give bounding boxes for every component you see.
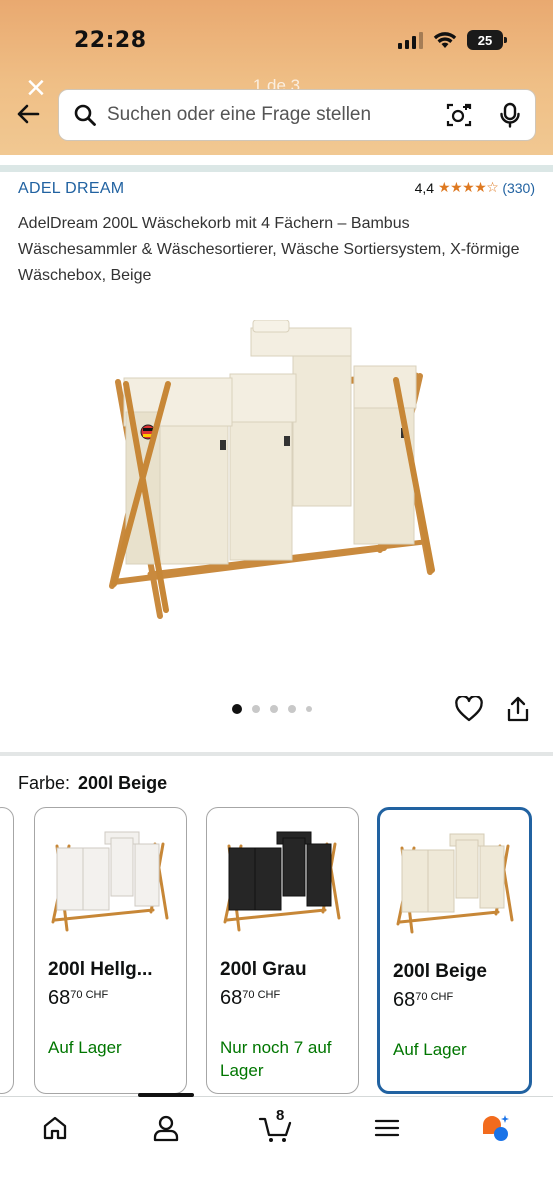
brand-link[interactable]: ADEL DREAM [18, 180, 124, 198]
rating-value: 4,4 [414, 179, 435, 196]
active-tab-indicator [138, 1093, 194, 1097]
variant-stock: Nur noch 7 auf Lager [220, 1038, 332, 1080]
product-title: AdelDream 200L Wäschekorb mit 4 Fächern … [18, 215, 520, 284]
variant-name: 200l Hellg... [48, 959, 153, 980]
heart-icon[interactable] [455, 696, 483, 722]
variant-thumbnail [396, 833, 514, 934]
menu-icon[interactable] [372, 1113, 402, 1143]
selected-color: 200l Beige [78, 773, 168, 793]
carousel-dot[interactable] [288, 705, 296, 713]
status-icons: 25 [398, 30, 507, 50]
color-label: Farbe: [18, 773, 71, 793]
rufus-icon[interactable] [480, 1113, 510, 1143]
cart-icon[interactable]: 8 [258, 1107, 294, 1143]
variant-card-hellgrau[interactable]: 200l Hellg... 6870 CHF Auf Lager [34, 807, 187, 1094]
close-icon[interactable]: × [26, 71, 54, 105]
account-icon[interactable] [151, 1113, 181, 1143]
variant-stock: Auf Lager [48, 1038, 122, 1057]
rating-count[interactable]: (330) [502, 180, 535, 196]
carousel-dot[interactable] [232, 704, 242, 714]
bottom-nav: 8 [0, 1093, 553, 1200]
search-input[interactable]: Suchen oder eine Frage stellen [58, 89, 536, 141]
variant-stock: Auf Lager [393, 1040, 467, 1059]
wifi-icon [433, 32, 457, 48]
home-icon[interactable] [40, 1113, 70, 1143]
header: 22:28 25 1 de 3 × Suchen oder eine Frage… [0, 0, 553, 155]
camera-search-icon[interactable] [445, 101, 473, 129]
variant-thumbnail [223, 831, 341, 932]
search-placeholder: Suchen oder eine Frage stellen [107, 104, 372, 125]
rating[interactable]: 4,4 ★★★★☆ (330) [415, 179, 535, 196]
variant-price: 6870 CHF [393, 989, 454, 1011]
variant-card-grau[interactable]: 200l Grau 6870 CHF Nur noch 7 auf Lager [206, 807, 359, 1094]
section-divider [0, 752, 553, 756]
microphone-icon[interactable] [499, 102, 521, 128]
cart-count: 8 [276, 1107, 285, 1124]
variant-card-beige[interactable]: 200l Beige 6870 CHF Auf Lager [377, 807, 532, 1094]
header-divider [0, 165, 553, 172]
search-icon [74, 104, 96, 126]
variant-card-partial[interactable] [0, 807, 14, 1094]
variant-thumbnail [51, 831, 169, 932]
back-arrow-icon[interactable] [14, 100, 42, 128]
image-carousel-dots[interactable] [232, 704, 312, 714]
carousel-dot[interactable] [306, 706, 312, 712]
star-rating-icon: ★★★★☆ [438, 179, 499, 195]
variant-name: 200l Grau [220, 959, 307, 980]
carousel-dot[interactable] [252, 705, 260, 713]
signal-icon [398, 31, 423, 49]
share-icon[interactable] [506, 695, 530, 723]
color-selector-label: Farbe: 200l Beige [18, 773, 167, 794]
variant-name: 200l Beige [393, 961, 487, 982]
variant-price: 6870 CHF [220, 987, 281, 1009]
status-time: 22:28 [74, 28, 147, 53]
variant-price: 6870 CHF [48, 987, 109, 1009]
battery-icon: 25 [467, 30, 507, 50]
carousel-dot[interactable] [270, 705, 278, 713]
product-image[interactable] [98, 320, 438, 620]
